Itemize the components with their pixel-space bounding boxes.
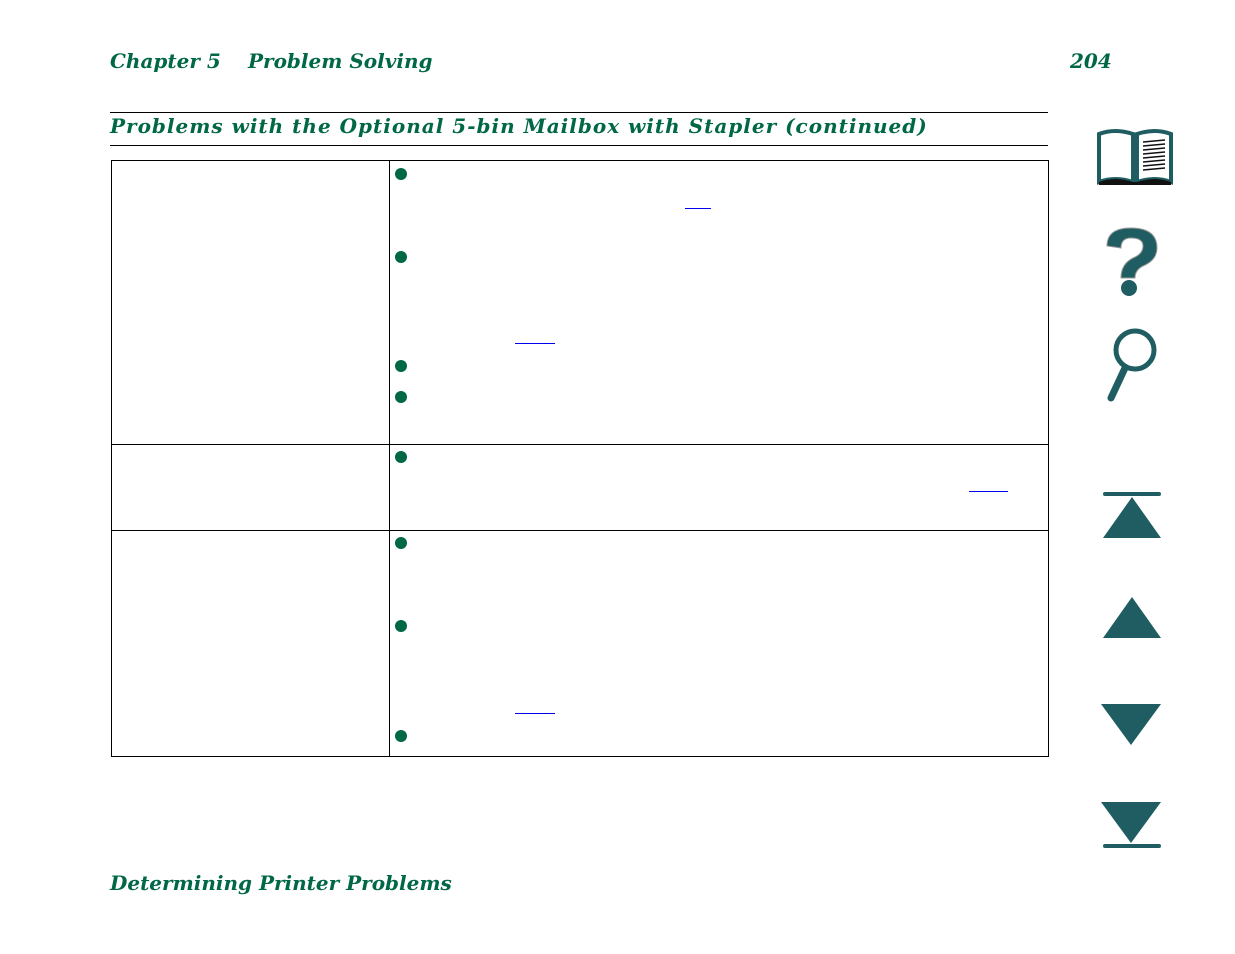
top-rule xyxy=(110,112,1048,113)
question-icon[interactable] xyxy=(1095,226,1175,298)
book-icon[interactable] xyxy=(1095,128,1175,188)
bullet-icon xyxy=(395,168,407,180)
solution-cell xyxy=(389,530,1049,757)
problem-cell xyxy=(111,160,390,445)
bullet-icon xyxy=(395,360,407,372)
table-row xyxy=(111,444,1049,531)
solution-cell xyxy=(389,444,1049,531)
problem-table xyxy=(111,160,1049,757)
bottom-rule xyxy=(110,145,1048,146)
problem-cell xyxy=(111,444,390,531)
bullet-icon xyxy=(395,730,407,742)
page-link[interactable] xyxy=(969,491,1008,492)
page-link[interactable] xyxy=(685,208,711,209)
next-page-icon[interactable] xyxy=(1095,702,1175,747)
page-link[interactable] xyxy=(515,343,555,344)
page-number: 204 xyxy=(1070,49,1112,73)
bullet-icon xyxy=(395,251,407,263)
footer-section-link[interactable]: Determining Printer Problems xyxy=(110,871,452,895)
last-page-icon[interactable] xyxy=(1095,800,1175,850)
solution-cell xyxy=(389,160,1049,445)
table-row xyxy=(111,530,1049,757)
bullet-icon xyxy=(395,451,407,463)
chapter-title: Problem Solving xyxy=(248,49,433,73)
problem-cell xyxy=(111,530,390,757)
table-row xyxy=(111,160,1049,445)
first-page-icon[interactable] xyxy=(1095,490,1175,540)
bullet-icon xyxy=(395,537,407,549)
previous-page-icon[interactable] xyxy=(1095,595,1175,640)
magnifier-icon[interactable] xyxy=(1095,328,1175,404)
bullet-icon xyxy=(395,620,407,632)
chapter-number: Chapter 5 xyxy=(110,49,221,73)
page-link[interactable] xyxy=(515,713,555,714)
bullet-icon xyxy=(395,391,407,403)
section-title: Problems with the Optional 5-bin Mailbox… xyxy=(110,114,928,138)
